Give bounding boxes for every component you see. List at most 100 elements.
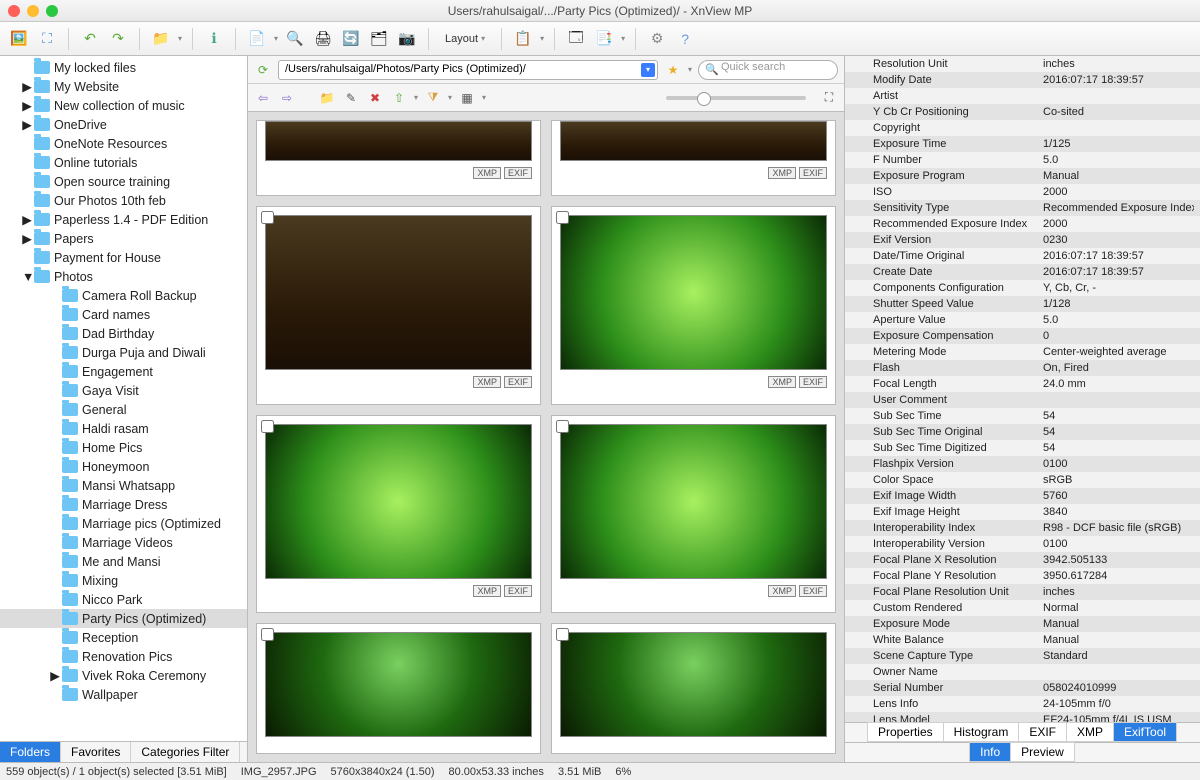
- thumbnail-item[interactable]: XMPEXIF: [256, 120, 541, 196]
- undo-icon[interactable]: ↶: [79, 28, 101, 50]
- tree-folder[interactable]: Honeymoon: [0, 457, 247, 476]
- help-icon[interactable]: ?: [674, 28, 696, 50]
- tree-folder[interactable]: Our Photos 10th feb: [0, 191, 247, 210]
- metadata-row[interactable]: Flashpix Version0100: [845, 456, 1200, 472]
- tree-folder[interactable]: ▶OneDrive: [0, 115, 247, 134]
- tree-folder[interactable]: Mixing: [0, 571, 247, 590]
- metadata-row[interactable]: Interoperability IndexR98 - DCF basic fi…: [845, 520, 1200, 536]
- metadata-table[interactable]: Resolution UnitinchesModify Date2016:07:…: [845, 56, 1200, 722]
- metadata-row[interactable]: White BalanceManual: [845, 632, 1200, 648]
- copy-to-icon[interactable]: 📄: [246, 28, 268, 50]
- metadata-row[interactable]: Focal Plane Resolution Unitinches: [845, 584, 1200, 600]
- info-icon[interactable]: ℹ: [203, 28, 225, 50]
- tree-folder[interactable]: Engagement: [0, 362, 247, 381]
- sidebar-tab[interactable]: Favorites: [61, 742, 131, 762]
- thumbnail-item[interactable]: XMPEXIF: [551, 206, 836, 405]
- metadata-row[interactable]: Owner Name: [845, 664, 1200, 680]
- metadata-row[interactable]: Interoperability Version0100: [845, 536, 1200, 552]
- path-dropdown-icon[interactable]: ▾: [641, 63, 655, 77]
- disclosure-icon[interactable]: ▼: [22, 270, 32, 284]
- metadata-row[interactable]: Sensitivity TypeRecommended Exposure Ind…: [845, 200, 1200, 216]
- metadata-row[interactable]: Create Date2016:07:17 18:39:57: [845, 264, 1200, 280]
- thumbnail-grid[interactable]: XMPEXIF XMPEXIF XMPEXIF XMPEXIF XMPEXIF …: [248, 112, 844, 762]
- chevron-down-icon[interactable]: ▾: [540, 34, 544, 43]
- metadata-row[interactable]: Custom RenderedNormal: [845, 600, 1200, 616]
- forward-icon[interactable]: ⇨: [278, 89, 296, 107]
- info-tab[interactable]: ExifTool: [1113, 722, 1177, 742]
- tree-folder[interactable]: Payment for House: [0, 248, 247, 267]
- tree-folder[interactable]: Reception: [0, 628, 247, 647]
- metadata-row[interactable]: Lens Info24-105mm f/0: [845, 696, 1200, 712]
- select-checkbox[interactable]: [261, 420, 274, 433]
- camera-icon[interactable]: 📷: [396, 28, 418, 50]
- tree-folder[interactable]: Marriage Dress: [0, 495, 247, 514]
- new-folder-icon[interactable]: 📁: [318, 89, 336, 107]
- tree-folder[interactable]: Mansi Whatsapp: [0, 476, 247, 495]
- metadata-row[interactable]: Serial Number058024010999: [845, 680, 1200, 696]
- tree-folder[interactable]: ▶My Website: [0, 77, 247, 96]
- tree-folder[interactable]: ▶Papers: [0, 229, 247, 248]
- metadata-row[interactable]: Shutter Speed Value1/128: [845, 296, 1200, 312]
- tree-folder[interactable]: Dad Birthday: [0, 324, 247, 343]
- disclosure-icon[interactable]: ▶: [22, 117, 32, 132]
- tree-folder[interactable]: Home Pics: [0, 438, 247, 457]
- metadata-row[interactable]: Exif Image Width5760: [845, 488, 1200, 504]
- select-checkbox[interactable]: [261, 628, 274, 641]
- tree-folder[interactable]: General: [0, 400, 247, 419]
- info-tab[interactable]: XMP: [1066, 722, 1114, 742]
- metadata-row[interactable]: Resolution Unitinches: [845, 56, 1200, 72]
- settings-icon[interactable]: ⚙: [646, 28, 668, 50]
- metadata-row[interactable]: Recommended Exposure Index2000: [845, 216, 1200, 232]
- info-tab[interactable]: EXIF: [1018, 722, 1067, 742]
- folder-tree[interactable]: My locked files▶My Website▶New collectio…: [0, 56, 247, 741]
- metadata-row[interactable]: User Comment: [845, 392, 1200, 408]
- favorites-icon[interactable]: 📑: [593, 28, 615, 50]
- print-icon[interactable]: 🖨: [312, 28, 334, 50]
- tree-folder[interactable]: My locked files: [0, 58, 247, 77]
- tree-folder[interactable]: ▶New collection of music: [0, 96, 247, 115]
- tree-folder[interactable]: Party Pics (Optimized): [0, 609, 247, 628]
- info-tab[interactable]: Histogram: [943, 722, 1020, 742]
- metadata-row[interactable]: Sub Sec Time Digitized54: [845, 440, 1200, 456]
- batch-icon[interactable]: 🗂: [368, 28, 390, 50]
- disclosure-icon[interactable]: ▶: [22, 212, 32, 227]
- tree-folder[interactable]: ▶Vivek Roka Ceremony: [0, 666, 247, 685]
- back-icon[interactable]: ⇦: [254, 89, 272, 107]
- metadata-row[interactable]: FlashOn, Fired: [845, 360, 1200, 376]
- thumbnail-item[interactable]: XMPEXIF: [551, 120, 836, 196]
- tree-folder[interactable]: Renovation Pics: [0, 647, 247, 666]
- metadata-row[interactable]: Exposure Compensation0: [845, 328, 1200, 344]
- metadata-row[interactable]: Lens ModelEF24-105mm f/4L IS USM: [845, 712, 1200, 722]
- tree-folder[interactable]: ▶Paperless 1.4 - PDF Edition: [0, 210, 247, 229]
- thumbnail-item[interactable]: XMPEXIF: [551, 415, 836, 614]
- chevron-down-icon[interactable]: ▾: [621, 34, 625, 43]
- tree-folder[interactable]: Me and Mansi: [0, 552, 247, 571]
- metadata-row[interactable]: Artist: [845, 88, 1200, 104]
- thumbnail-item[interactable]: [551, 623, 836, 754]
- disclosure-icon[interactable]: ▶: [50, 668, 60, 683]
- zoom-window-button[interactable]: [46, 5, 58, 17]
- metadata-row[interactable]: Sub Sec Time54: [845, 408, 1200, 424]
- tree-folder[interactable]: Haldi rasam: [0, 419, 247, 438]
- redo-icon[interactable]: ↷: [107, 28, 129, 50]
- metadata-row[interactable]: F Number5.0: [845, 152, 1200, 168]
- metadata-row[interactable]: Copyright: [845, 120, 1200, 136]
- tree-folder[interactable]: Nicco Park: [0, 590, 247, 609]
- select-checkbox[interactable]: [556, 211, 569, 224]
- close-window-button[interactable]: [8, 5, 20, 17]
- disclosure-icon[interactable]: ▶: [22, 98, 32, 113]
- select-checkbox[interactable]: [556, 420, 569, 433]
- grid-view-icon[interactable]: ▦: [458, 89, 476, 107]
- rename-icon[interactable]: ✎: [342, 89, 360, 107]
- metadata-row[interactable]: Date/Time Original2016:07:17 18:39:57: [845, 248, 1200, 264]
- tree-folder[interactable]: Wallpaper: [0, 685, 247, 704]
- up-folder-icon[interactable]: 📁: [150, 28, 172, 50]
- filter-icon[interactable]: ⧩: [424, 89, 442, 107]
- metadata-row[interactable]: Focal Plane Y Resolution3950.617284: [845, 568, 1200, 584]
- search-input[interactable]: 🔍Quick search: [698, 60, 838, 80]
- thumbnail-item[interactable]: [256, 623, 541, 754]
- thumbnail-size-slider[interactable]: [666, 96, 806, 100]
- metadata-row[interactable]: ISO2000: [845, 184, 1200, 200]
- metadata-row[interactable]: Exposure ProgramManual: [845, 168, 1200, 184]
- path-input[interactable]: /Users/rahulsaigal/Photos/Party Pics (Op…: [278, 60, 658, 80]
